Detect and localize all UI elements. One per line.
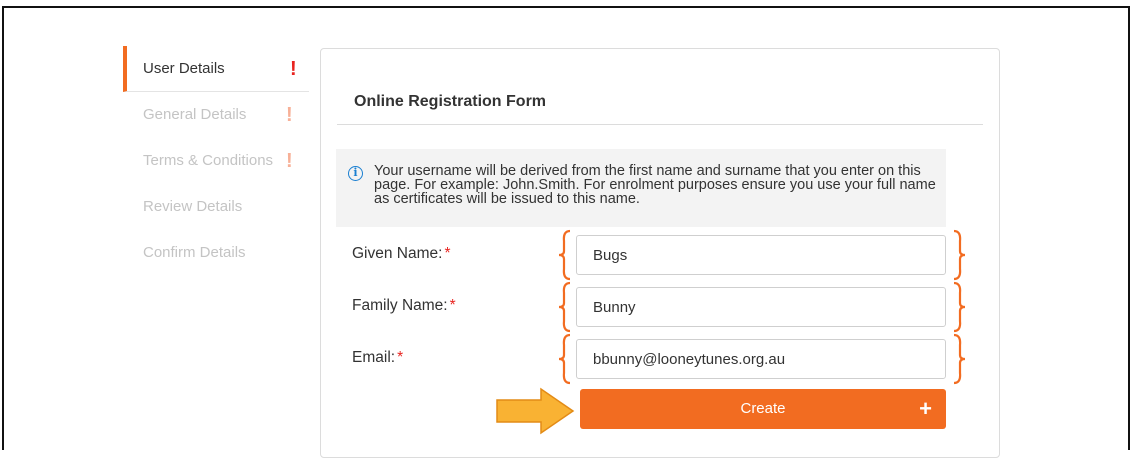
orange-curly-brace-left-icon	[558, 229, 571, 281]
orange-curly-brace-right-icon	[953, 229, 966, 281]
required-marker: *	[397, 349, 404, 366]
incomplete-warning-icon: !	[290, 58, 297, 80]
email-input[interactable]	[576, 339, 946, 379]
create-button-label: Create	[740, 400, 786, 417]
given-name-label: Given Name: *	[352, 245, 451, 262]
family-name-input[interactable]	[576, 287, 946, 327]
registration-form-panel: Online Registration Form i Your username…	[320, 48, 1000, 458]
sidebar-item-user-details[interactable]: User Details !	[123, 46, 309, 92]
sidebar-item-terms-conditions[interactable]: Terms & Conditions !	[123, 138, 309, 184]
plus-icon: +	[919, 396, 932, 421]
sidebar-item-confirm-details[interactable]: Confirm Details	[123, 230, 309, 276]
given-name-input[interactable]	[576, 235, 946, 275]
info-icon: i	[348, 166, 363, 181]
form-title: Online Registration Form	[354, 93, 547, 110]
email-label: Email: *	[352, 349, 404, 366]
yellow-arrow-right-icon	[496, 387, 575, 435]
sidebar-item-label: Terms & Conditions	[143, 152, 274, 169]
registration-steps-sidebar: User Details ! General Details ! Terms &…	[123, 46, 309, 276]
create-button[interactable]: Create +	[580, 389, 946, 429]
sidebar-item-general-details[interactable]: General Details !	[123, 92, 309, 138]
sidebar-item-label: General Details	[143, 106, 247, 123]
username-info-box: i Your username will be derived from the…	[336, 149, 946, 227]
sidebar-item-label: Review Details	[143, 198, 243, 215]
orange-curly-brace-right-icon	[953, 333, 966, 385]
sidebar-item-label: User Details	[143, 60, 225, 77]
required-marker: *	[444, 245, 451, 262]
orange-curly-brace-right-icon	[953, 281, 966, 333]
info-text: Your username will be derived from the f…	[374, 163, 936, 207]
orange-curly-brace-left-icon	[558, 281, 571, 333]
email-row: Email: *	[321, 333, 1001, 385]
incomplete-warning-icon: !	[286, 150, 293, 172]
given-name-row: Given Name: *	[321, 229, 1001, 281]
incomplete-warning-icon: !	[286, 104, 293, 126]
required-marker: *	[449, 297, 456, 314]
sidebar-item-review-details[interactable]: Review Details	[123, 184, 309, 230]
family-name-label: Family Name: *	[352, 297, 456, 314]
sidebar-item-label: Confirm Details	[143, 244, 246, 261]
title-divider	[337, 124, 983, 125]
orange-curly-brace-left-icon	[558, 333, 571, 385]
family-name-row: Family Name: *	[321, 281, 1001, 333]
